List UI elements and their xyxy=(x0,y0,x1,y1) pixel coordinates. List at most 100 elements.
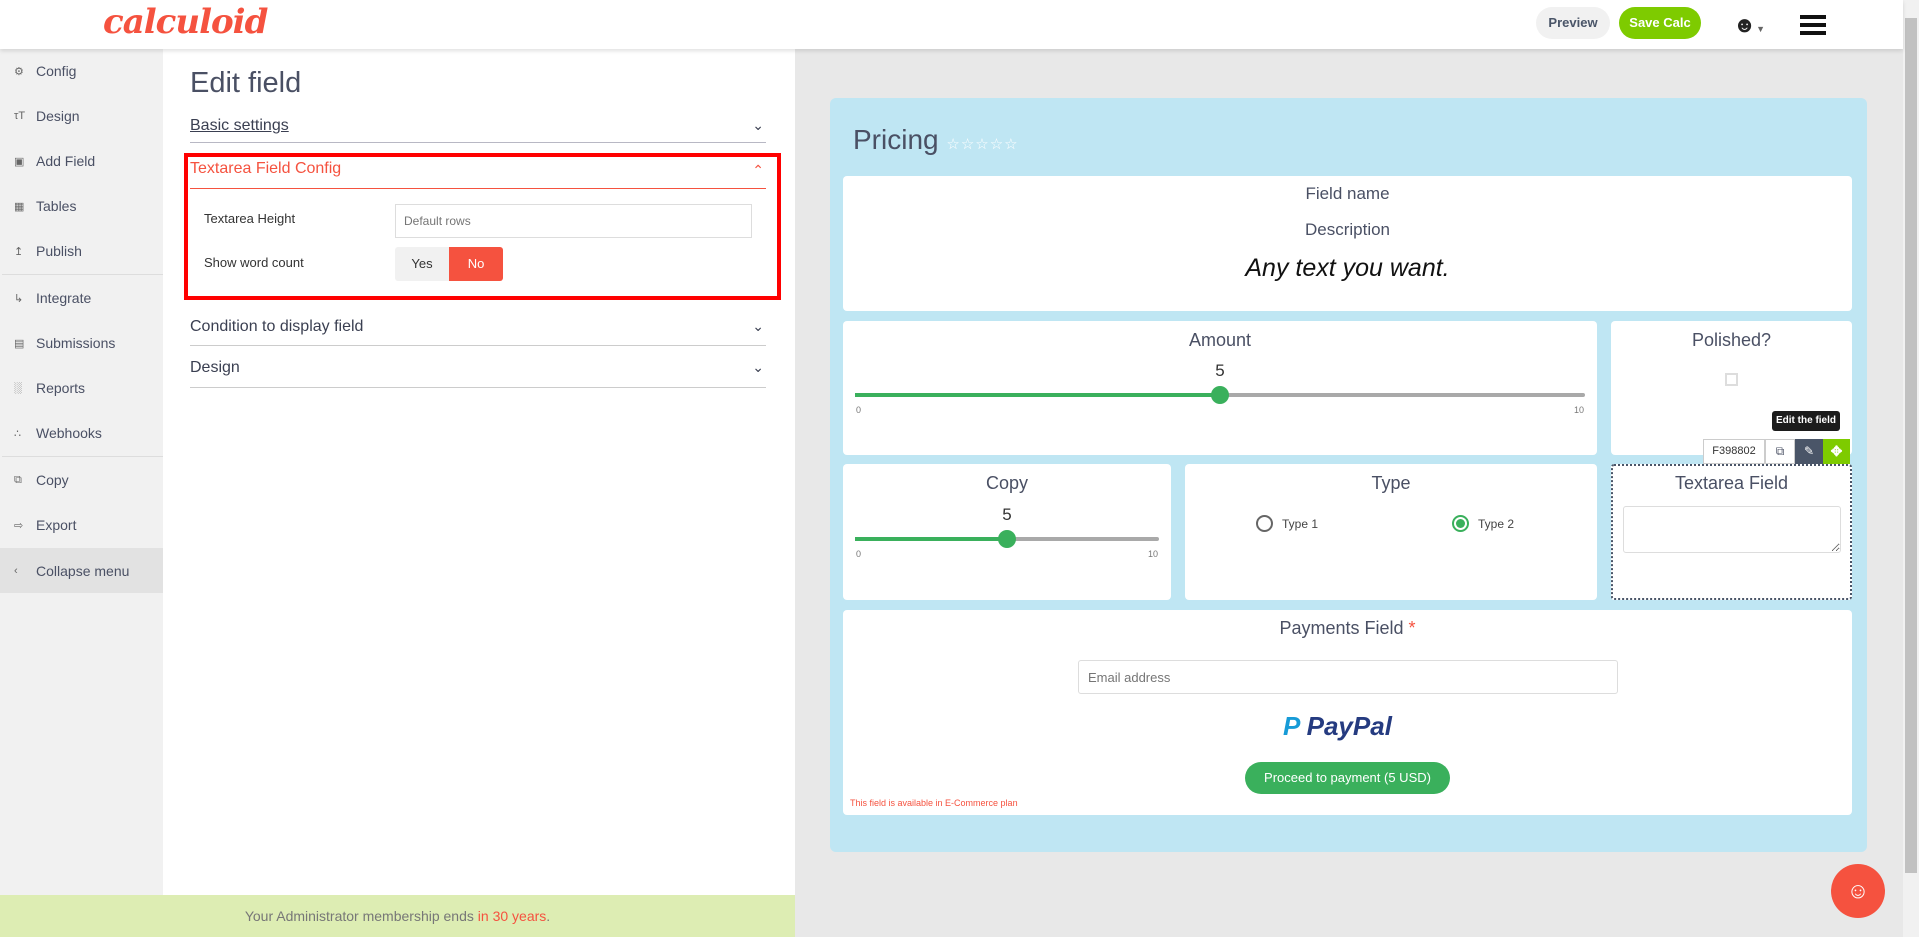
copy-icon: ⧉ xyxy=(14,473,22,486)
section-basic-settings[interactable]: Basic settings ⌄ xyxy=(190,117,766,143)
slider-thumb[interactable] xyxy=(1211,386,1229,404)
sidebar-item-webhooks[interactable]: ∴ Webhooks xyxy=(0,411,163,455)
scrollbar[interactable] xyxy=(1903,0,1919,937)
plan-note: This field is available in E-Commerce pl… xyxy=(850,798,1018,808)
sidebar-item-copy[interactable]: ⧉ Copy xyxy=(0,458,163,502)
rating-stars-icon[interactable]: ☆☆☆☆☆ xyxy=(946,136,1018,153)
chevron-left-icon: ‹ xyxy=(14,564,18,577)
top-header: calculoid Preview Save Calc ☻▼ xyxy=(0,0,1903,49)
sidebar-item-label: Publish xyxy=(36,243,82,259)
payments-label: Payments Field xyxy=(1279,618,1404,638)
section-design[interactable]: Design ⌄ xyxy=(190,359,766,388)
collapse-menu-button[interactable]: ‹ Collapse menu xyxy=(0,548,163,593)
amount-slider[interactable] xyxy=(855,386,1585,404)
upload-icon: ↥ xyxy=(14,245,24,258)
chat-icon[interactable]: ☺ xyxy=(1831,864,1885,918)
sidebar-item-design[interactable]: τT Design xyxy=(0,94,163,138)
word-count-no-button[interactable]: No xyxy=(449,247,503,281)
sidebar-item-add-field[interactable]: ▣ Add Field xyxy=(0,139,163,183)
polished-checkbox[interactable] xyxy=(1725,373,1738,386)
membership-remaining: in 30 years xyxy=(477,908,547,924)
sidebar-item-config[interactable]: ⚙ Config xyxy=(0,49,163,93)
sidebar: ⚙ Config τT Design ▣ Add Field ▦ Tables ↥ Pub… xyxy=(0,49,163,895)
email-input[interactable] xyxy=(1078,660,1618,694)
chevron-down-icon: ⌄ xyxy=(752,359,764,375)
calculoid-logo[interactable]: calculoid xyxy=(103,2,268,42)
user-menu-icon[interactable]: ☻▼ xyxy=(1733,12,1771,38)
chevron-down-icon: ⌄ xyxy=(752,318,764,334)
text-field[interactable]: Field name Description Any text you want… xyxy=(843,176,1852,311)
text-size-icon: τT xyxy=(14,110,26,122)
radio-type-2[interactable]: Type 2 xyxy=(1452,515,1514,532)
preview-button[interactable]: Preview xyxy=(1536,7,1610,39)
section-title: Condition to display field xyxy=(190,318,364,335)
field-label: Textarea Field xyxy=(1674,473,1789,493)
inbox-icon: ▤ xyxy=(14,337,25,350)
move-icon[interactable]: ✥ xyxy=(1823,439,1850,464)
sidebar-item-export[interactable]: ⇨ Export xyxy=(0,503,163,547)
sidebar-item-submissions[interactable]: ▤ Submissions xyxy=(0,321,163,365)
field-description: Description xyxy=(1304,220,1391,239)
edit-pencil-icon[interactable]: ✎ xyxy=(1795,439,1823,464)
radio-type-1[interactable]: Type 1 xyxy=(1256,515,1318,532)
payments-field: Payments Field * P PayPal Proceed to pay… xyxy=(843,610,1852,815)
field-label: Amount xyxy=(1188,330,1252,350)
divider xyxy=(2,456,163,457)
gear-icon: ⚙ xyxy=(14,65,24,78)
sidebar-item-label: Config xyxy=(36,63,77,79)
plus-square-icon: ▣ xyxy=(14,155,25,168)
field-label: Copy xyxy=(985,473,1029,493)
sidebar-item-label: Webhooks xyxy=(36,425,102,441)
paypal-text: PayPal xyxy=(1306,711,1392,741)
hamburger-menu-icon[interactable] xyxy=(1800,15,1826,35)
textarea-field[interactable]: Textarea Field xyxy=(1611,464,1852,600)
section-title: Textarea Field Config xyxy=(190,160,342,177)
sidebar-item-integrate[interactable]: ↳ Integrate xyxy=(0,276,163,320)
textarea-input[interactable] xyxy=(1623,506,1841,553)
section-title: Design xyxy=(190,359,240,376)
slider-min: 0 xyxy=(856,549,862,559)
field-name: Field name xyxy=(1305,184,1390,203)
slider-value: 5 xyxy=(1215,361,1225,380)
sidebar-item-label: Submissions xyxy=(36,335,116,351)
sidebar-item-tables[interactable]: ▦ Tables xyxy=(0,184,163,228)
copy-slider-field: Copy 5 0 10 xyxy=(843,464,1171,600)
type-radio-field: Type Type 1 Type 2 xyxy=(1185,464,1597,600)
word-count-yes-button[interactable]: Yes xyxy=(395,247,449,281)
word-count-label: Show word count xyxy=(204,255,304,270)
duplicate-icon[interactable]: ⧉ xyxy=(1765,439,1795,464)
amount-slider-field: Amount 5 0 10 xyxy=(843,321,1597,455)
sidebar-item-label: Export xyxy=(36,517,77,533)
membership-text: Your Administrator membership ends xyxy=(244,908,478,924)
polished-checkbox-field: Polished? xyxy=(1611,321,1852,455)
copy-slider[interactable] xyxy=(855,530,1159,548)
sidebar-item-label: Add Field xyxy=(36,153,96,169)
sidebar-item-label: Integrate xyxy=(36,290,92,306)
section-title: Basic settings xyxy=(190,117,289,134)
field-text: Any text you want. xyxy=(1245,254,1450,282)
tooltip: Edit the field xyxy=(1772,411,1840,431)
sidebar-item-label: Copy xyxy=(36,472,69,488)
integrate-icon: ↳ xyxy=(14,292,24,305)
textarea-height-label: Textarea Height xyxy=(204,211,296,226)
save-calc-button[interactable]: Save Calc xyxy=(1619,7,1701,39)
sidebar-item-label: Reports xyxy=(36,380,86,396)
chevron-up-icon: ⌃ xyxy=(752,162,764,178)
section-textarea-config[interactable]: Textarea Field Config ⌃ xyxy=(190,160,766,189)
slider-max: 10 xyxy=(1147,549,1158,559)
membership-end: . xyxy=(546,908,551,924)
webhooks-icon: ∴ xyxy=(14,427,21,440)
section-condition[interactable]: Condition to display field ⌄ xyxy=(190,318,766,346)
field-id-badge: F398802 xyxy=(1703,439,1765,464)
radio-checked-icon xyxy=(1452,515,1469,532)
slider-value: 5 xyxy=(1002,505,1012,524)
textarea-height-input[interactable] xyxy=(395,204,752,238)
sidebar-item-publish[interactable]: ↥ Publish xyxy=(0,229,163,273)
proceed-to-payment-button[interactable]: Proceed to payment (5 USD) xyxy=(1245,762,1450,794)
export-icon: ⇨ xyxy=(14,519,24,532)
calc-title: Pricing ☆☆☆☆☆ xyxy=(853,124,1019,156)
sidebar-item-reports[interactable]: ░ Reports xyxy=(0,366,163,410)
calc-title-text: Pricing xyxy=(853,124,939,155)
slider-thumb[interactable] xyxy=(998,530,1016,548)
bar-chart-icon: ░ xyxy=(14,382,22,394)
